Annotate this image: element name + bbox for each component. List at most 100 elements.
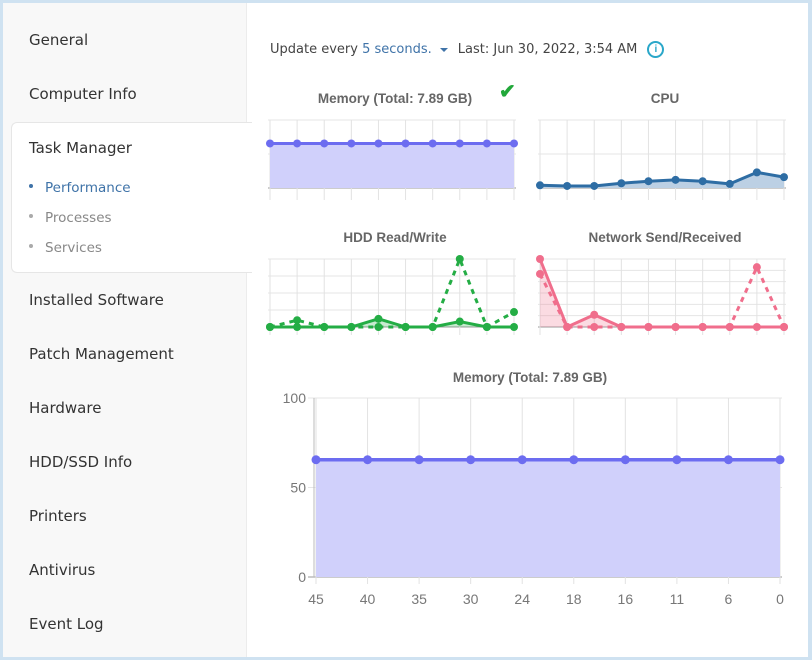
series-area-0 <box>316 459 780 577</box>
chart-hdd <box>266 255 518 335</box>
data-point <box>266 323 274 331</box>
x-tick-label: 45 <box>308 591 324 607</box>
series-area-0 <box>270 143 514 188</box>
data-point <box>590 323 599 331</box>
data-point <box>455 255 464 263</box>
caret-down-icon[interactable] <box>439 47 448 52</box>
data-point <box>536 181 544 190</box>
x-tick-label: 18 <box>566 591 582 607</box>
data-point <box>428 139 437 148</box>
bullet-icon <box>29 184 33 188</box>
data-point <box>725 179 734 188</box>
data-point <box>510 308 518 317</box>
data-point <box>455 139 464 148</box>
y-tick-label: 50 <box>290 480 306 496</box>
app-frame: General Computer Info Task Manager Perfo… <box>3 3 808 657</box>
data-point <box>569 455 579 465</box>
sidebar-item-task-manager[interactable]: Task Manager <box>29 139 132 157</box>
data-point <box>347 139 356 148</box>
data-point <box>510 323 518 331</box>
data-point <box>644 323 653 331</box>
x-tick-label: 35 <box>411 591 427 607</box>
last-updated-text: Last: Jun 30, 2022, 3:54 AM <box>457 42 638 57</box>
subitem-label: Services <box>45 240 102 256</box>
y-tick-label: 100 <box>283 390 307 406</box>
sidebar: General Computer Info Task Manager Perfo… <box>3 3 252 657</box>
sidebar-item-printers[interactable]: Printers <box>29 507 87 525</box>
data-point <box>466 455 476 465</box>
data-point <box>563 323 572 331</box>
subitem-label: Performance <box>45 180 131 196</box>
x-tick-label: 11 <box>670 591 685 607</box>
data-point <box>517 455 527 465</box>
data-point <box>698 323 707 331</box>
data-point <box>723 455 733 465</box>
update-prefix: Update every <box>270 42 358 57</box>
data-point <box>482 323 491 331</box>
data-point <box>698 177 707 186</box>
series-line-1 <box>538 265 786 329</box>
data-point <box>617 323 626 331</box>
data-point <box>590 310 599 319</box>
chart-title-memory-small: Memory (Total: 7.89 GB) <box>317 91 473 106</box>
data-point <box>725 323 734 331</box>
chart-memory-large: 0 50 100 45 40 35 30 24 18 16 11 6 0 <box>283 390 785 607</box>
data-point <box>671 323 680 331</box>
data-point <box>752 168 761 177</box>
data-point <box>401 323 410 331</box>
subitem-label: Processes <box>45 210 112 226</box>
sidebar-subitem-services[interactable]: Services <box>29 240 102 256</box>
data-point <box>363 455 373 465</box>
sidebar-item-general[interactable]: General <box>29 31 88 49</box>
data-point <box>620 455 630 465</box>
x-tick-label: 24 <box>514 591 530 607</box>
sidebar-item-event-log[interactable]: Event Log <box>29 615 104 633</box>
y-tick-label: 0 <box>298 569 306 585</box>
data-point <box>266 139 274 148</box>
sidebar-item-hdd-ssd-info[interactable]: HDD/SSD Info <box>29 453 132 471</box>
data-point <box>672 455 682 465</box>
data-point <box>401 139 410 148</box>
update-toolbar: Update every 5 seconds. Last: Jun 30, 202… <box>270 41 665 58</box>
data-point <box>780 323 788 331</box>
x-tick-label: 30 <box>463 591 479 607</box>
data-point <box>752 263 761 272</box>
data-point <box>510 139 518 148</box>
bullet-icon <box>29 244 33 248</box>
data-point <box>320 139 329 148</box>
data-point <box>752 323 761 331</box>
x-tick-label: 40 <box>360 591 376 607</box>
data-point <box>320 323 329 331</box>
data-point <box>414 455 424 465</box>
sidebar-item-hardware[interactable]: Hardware <box>29 399 101 417</box>
data-point <box>374 139 383 148</box>
chart-cpu <box>536 119 788 200</box>
data-point <box>563 181 572 190</box>
data-point <box>293 139 302 148</box>
bullet-icon <box>29 214 33 218</box>
chart-title-network: Network Send/Received <box>588 230 742 245</box>
data-point <box>347 323 356 331</box>
data-point <box>780 173 788 182</box>
sidebar-subitem-performance[interactable]: Performance <box>29 180 131 196</box>
sidebar-item-patch-management[interactable]: Patch Management <box>29 345 174 363</box>
x-tick-label: 16 <box>618 591 634 607</box>
chart-network <box>536 255 788 335</box>
x-tick-label: 0 <box>776 591 784 607</box>
chart-title-memory-large: Memory (Total: 7.89 GB) <box>452 370 608 385</box>
data-point <box>617 179 626 188</box>
sidebar-item-computer-info[interactable]: Computer Info <box>29 85 137 103</box>
data-point <box>644 177 653 186</box>
data-point <box>775 455 785 465</box>
data-point <box>374 314 383 323</box>
data-point <box>374 323 383 331</box>
sidebar-item-installed-software[interactable]: Installed Software <box>29 291 164 309</box>
update-interval-dropdown[interactable]: 5 seconds. <box>362 42 432 57</box>
data-point <box>590 181 599 190</box>
info-icon[interactable]: i <box>647 41 665 58</box>
sidebar-subitem-processes[interactable]: Processes <box>29 210 112 226</box>
x-tick-label: 6 <box>725 591 733 607</box>
data-point <box>482 139 491 148</box>
data-point <box>293 316 302 325</box>
sidebar-item-antivirus[interactable]: Antivirus <box>29 561 95 579</box>
